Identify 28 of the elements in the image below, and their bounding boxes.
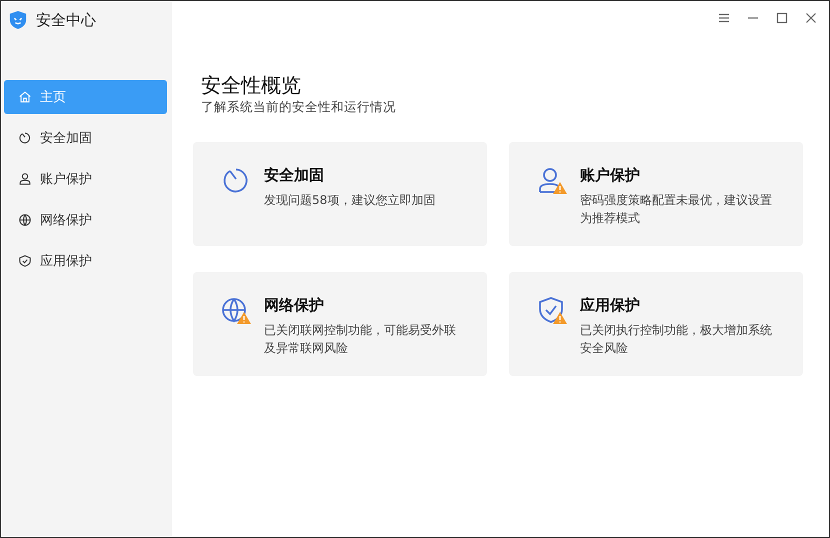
card-title: 网络保护 <box>264 296 325 315</box>
circular-arrow-icon <box>18 131 32 145</box>
home-icon <box>18 90 32 104</box>
card-description: 已关闭联网控制功能，可能易受外联及异常联网风险 <box>264 322 457 357</box>
card-title: 安全加固 <box>264 166 325 185</box>
page-title: 安全性概览 <box>201 73 302 97</box>
sidebar-item[interactable]: 网络保护 <box>4 203 167 237</box>
card-title: 账户保护 <box>580 166 641 185</box>
status-card[interactable]: 账户保护 密码强度策略配置未最优，建议设置为推荐模式 <box>509 142 803 246</box>
sidebar-item[interactable]: 账户保护 <box>4 162 167 196</box>
status-card[interactable]: 安全加固 发现问题58项，建议您立即加固 <box>193 142 487 246</box>
card-title: 应用保护 <box>580 296 641 315</box>
status-card[interactable]: 网络保护 已关闭联网控制功能，可能易受外联及异常联网风险 <box>193 272 487 376</box>
globe-icon <box>18 213 32 227</box>
menu-icon[interactable] <box>718 12 730 24</box>
status-card[interactable]: 应用保护 已关闭执行控制功能，极大增加系统安全风险 <box>509 272 803 376</box>
person-icon <box>18 172 32 186</box>
card-description: 密码强度策略配置未最优，建议设置为推荐模式 <box>580 192 773 227</box>
shield-logo-icon <box>9 10 27 30</box>
close-icon[interactable] <box>805 12 817 24</box>
maximize-icon[interactable] <box>776 12 788 24</box>
sidebar-item[interactable]: 安全加固 <box>4 121 167 155</box>
sidebar-item[interactable]: 应用保护 <box>4 244 167 278</box>
shield-check-icon <box>18 254 32 268</box>
app-title: 安全中心 <box>36 10 96 30</box>
card-description: 发现问题58项，建议您立即加固 <box>264 192 436 209</box>
page-subtitle: 了解系统当前的安全性和运行情况 <box>201 99 397 116</box>
card-description: 已关闭执行控制功能，极大增加系统安全风险 <box>580 322 773 357</box>
